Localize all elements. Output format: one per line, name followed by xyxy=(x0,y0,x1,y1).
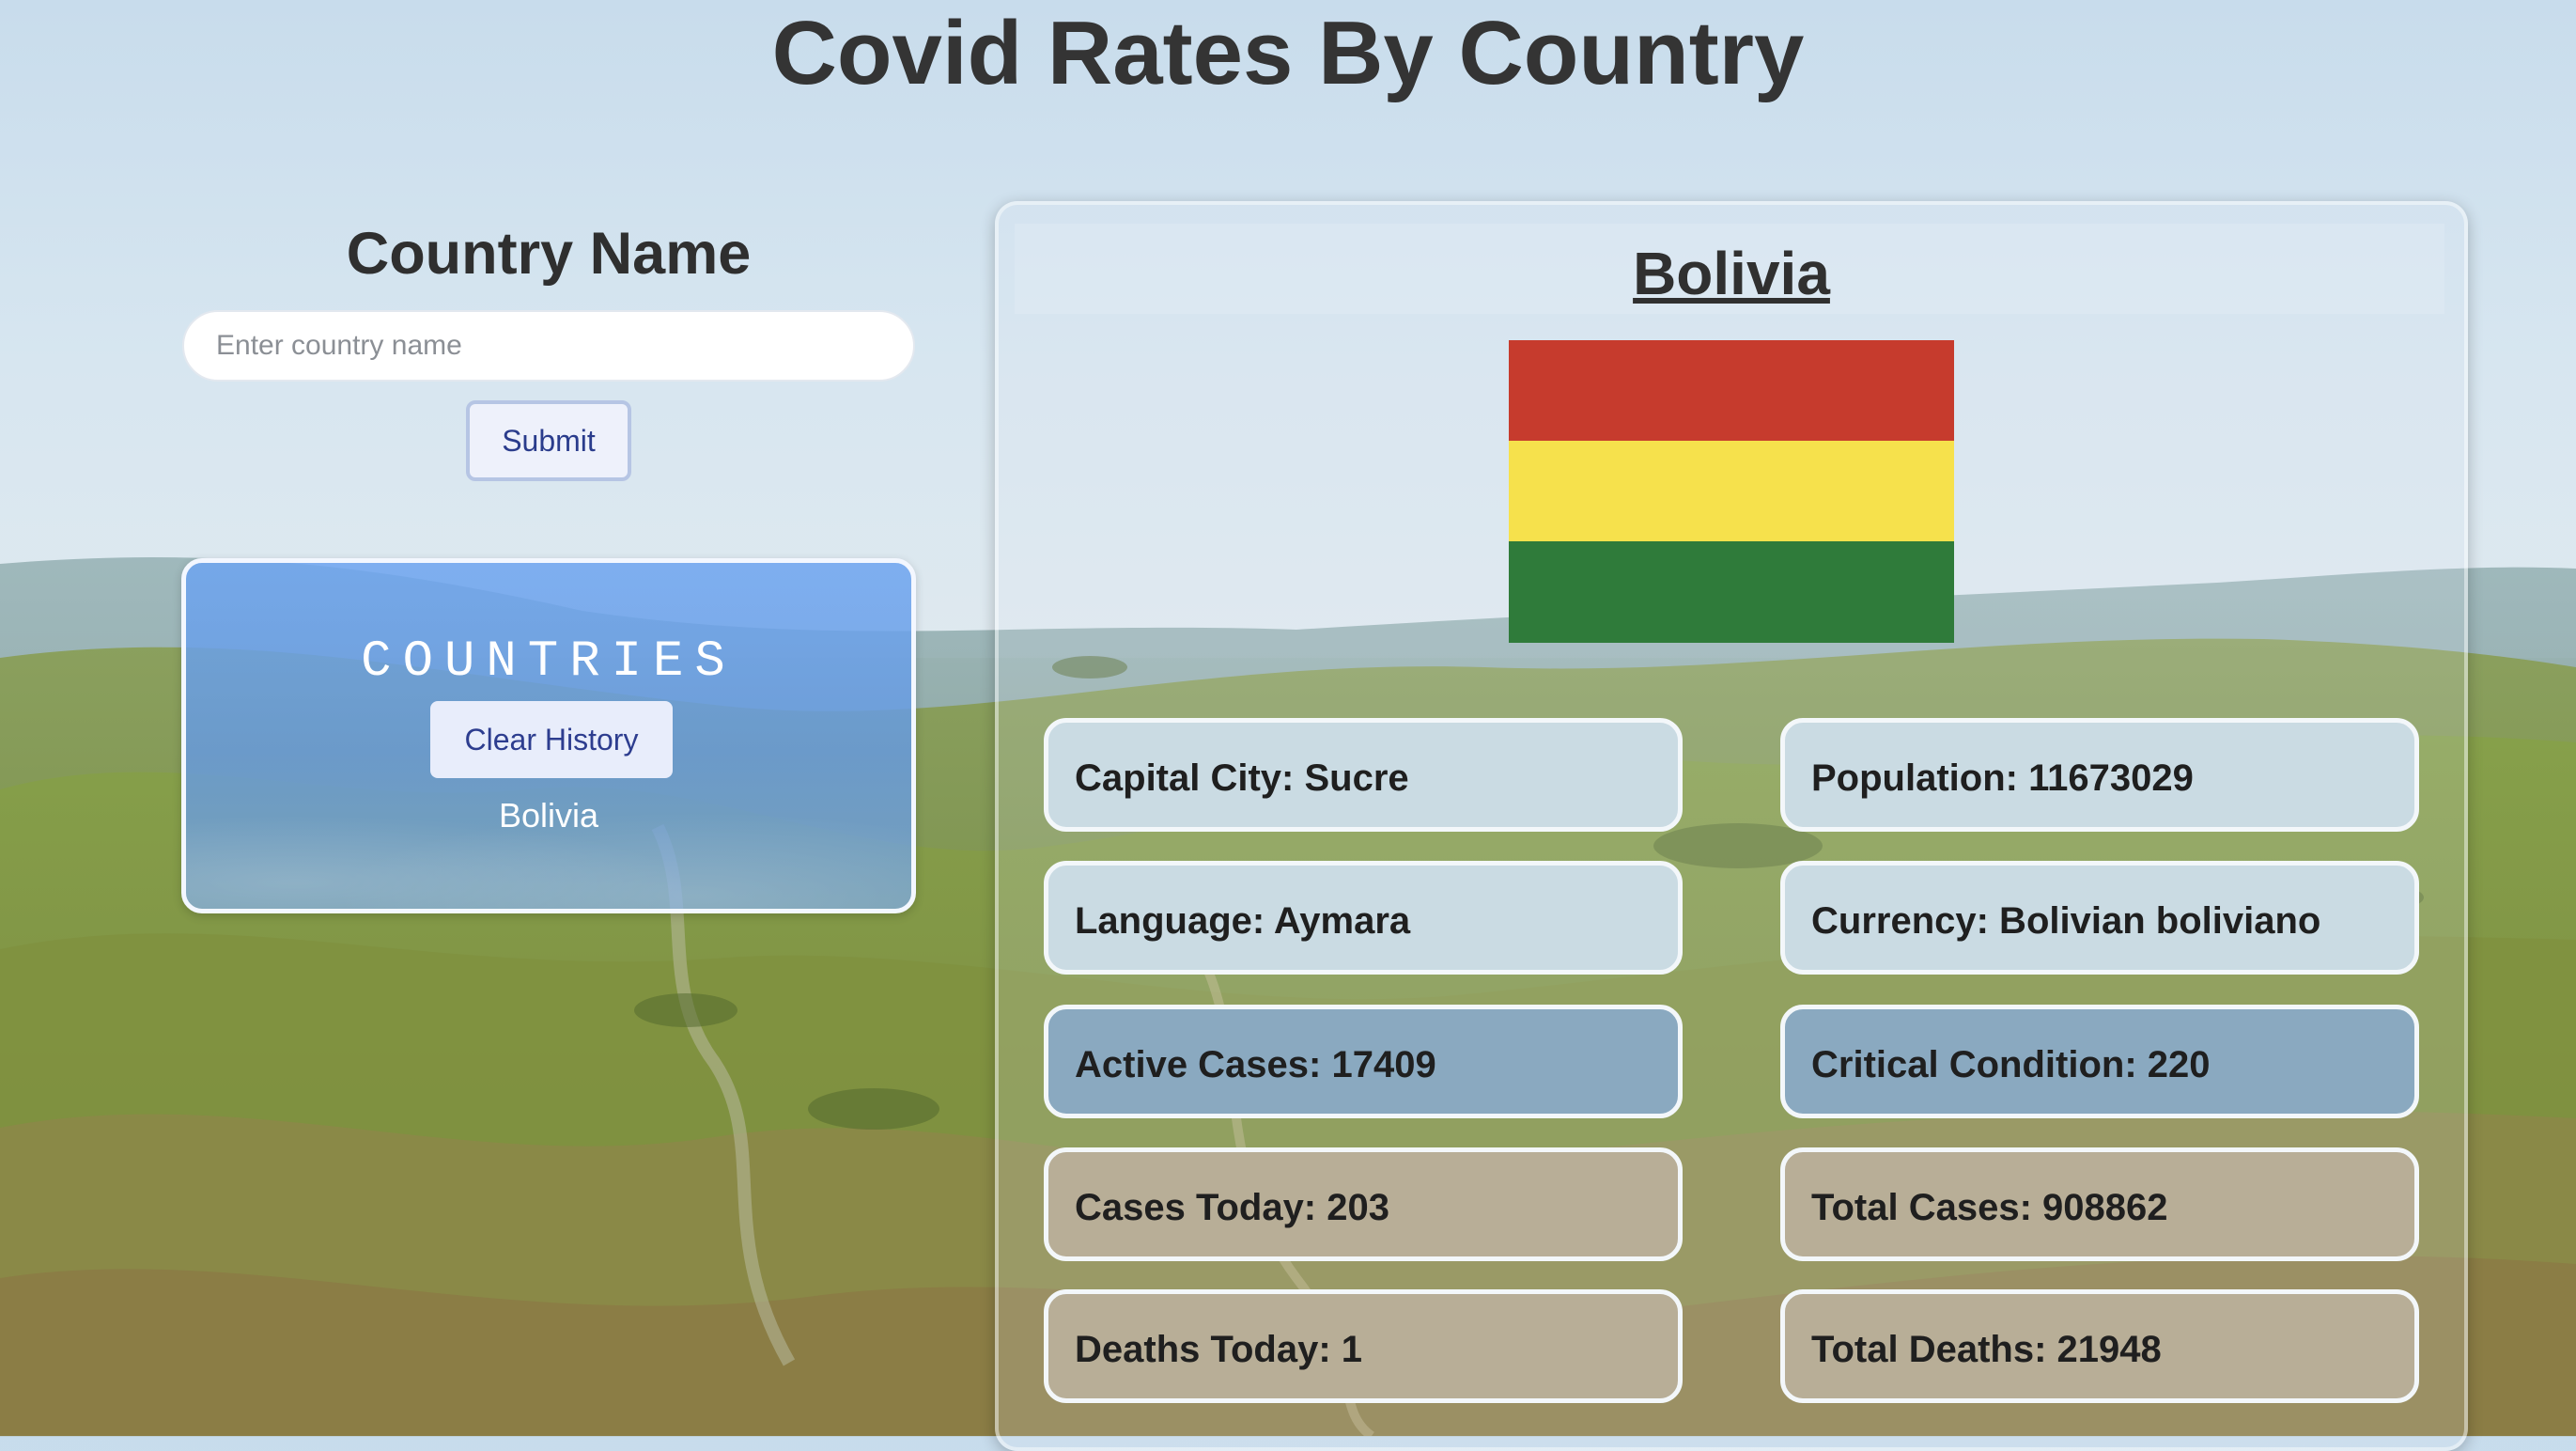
currency-text: Currency: Bolivian boliviano xyxy=(1811,900,2321,942)
capital-city-text: Capital City: Sucre xyxy=(1075,757,1409,799)
language-text: Language: Aymara xyxy=(1075,900,1411,942)
country-name-label: Country Name xyxy=(346,221,752,287)
critical-condition-card: Critical Condition: 220 xyxy=(1780,1005,2419,1118)
page-title: Covid Rates By Country xyxy=(771,3,1805,103)
flag-red-band xyxy=(1509,340,1954,442)
population-card: Population: 11673029 xyxy=(1780,718,2419,832)
population-text: Population: 11673029 xyxy=(1811,757,2194,799)
cases-today-card: Cases Today: 203 xyxy=(1044,1147,1683,1261)
submit-button[interactable]: Submit xyxy=(466,400,631,481)
language-card: Language: Aymara xyxy=(1044,861,1683,975)
cases-today-text: Cases Today: 203 xyxy=(1075,1187,1389,1228)
total-deaths-text: Total Deaths: 21948 xyxy=(1811,1329,2162,1370)
selected-country-title: Bolivia xyxy=(1633,240,1830,307)
history-item-bolivia[interactable]: Bolivia xyxy=(186,796,911,835)
total-deaths-card: Total Deaths: 21948 xyxy=(1780,1289,2419,1403)
total-cases-card: Total Cases: 908862 xyxy=(1780,1147,2419,1261)
flag-green-band xyxy=(1509,541,1954,643)
bolivia-flag-image xyxy=(1509,340,1954,643)
deaths-today-card: Deaths Today: 1 xyxy=(1044,1289,1683,1403)
countries-history-panel: COUNTRIES Clear History Bolivia xyxy=(181,558,916,913)
country-search-input[interactable] xyxy=(182,310,915,382)
capital-city-card: Capital City: Sucre xyxy=(1044,718,1683,832)
search-panel: Country Name Submit xyxy=(181,220,916,481)
active-cases-text: Active Cases: 17409 xyxy=(1075,1044,1436,1085)
flag-yellow-band xyxy=(1509,441,1954,542)
currency-card: Currency: Bolivian boliviano xyxy=(1780,861,2419,975)
critical-condition-text: Critical Condition: 220 xyxy=(1811,1044,2211,1085)
countries-history-title: COUNTRIES xyxy=(361,633,737,691)
clear-history-button[interactable]: Clear History xyxy=(430,701,673,778)
total-cases-text: Total Cases: 908862 xyxy=(1811,1187,2168,1228)
deaths-today-text: Deaths Today: 1 xyxy=(1075,1329,1362,1370)
active-cases-card: Active Cases: 17409 xyxy=(1044,1005,1683,1118)
